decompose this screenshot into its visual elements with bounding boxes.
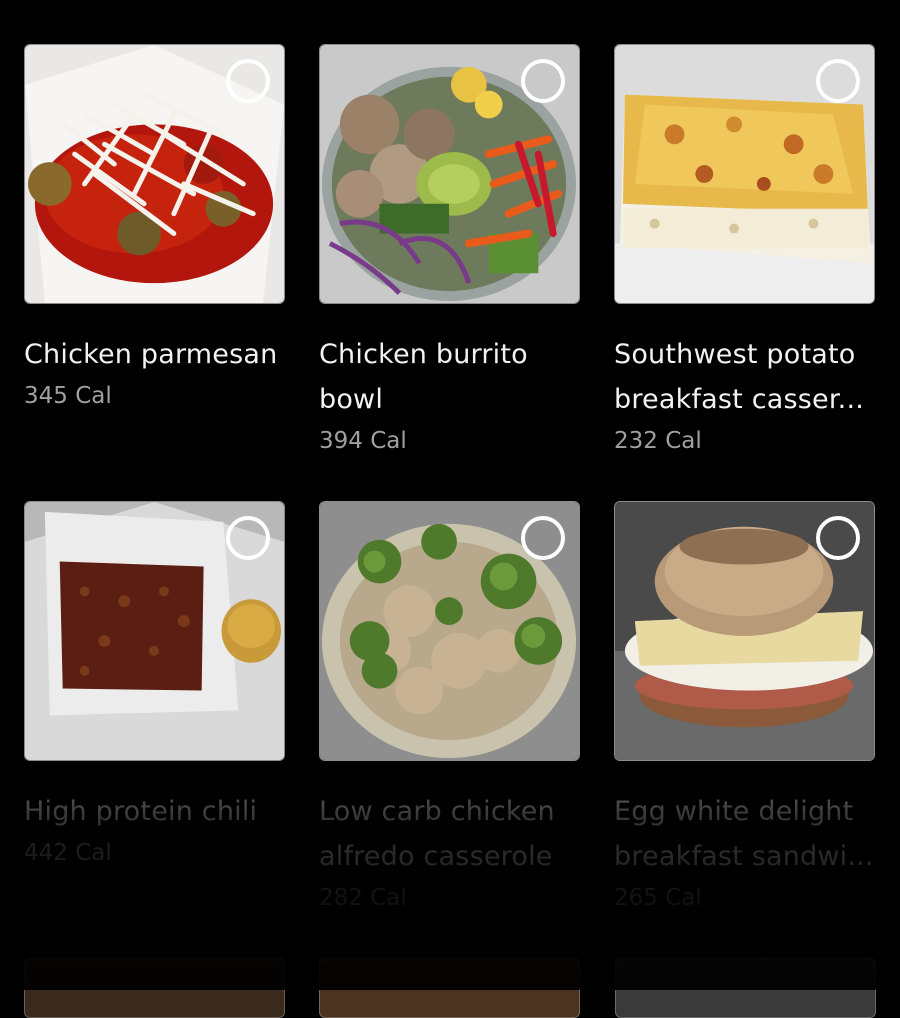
recipe-image-egg-white-delight-breakfast-sandwich[interactable]: [614, 501, 875, 761]
recipe-card-low-carb-chicken-alfredo-casserole[interactable]: Low carb chicken alfredo casserole 282 C…: [319, 501, 580, 958]
recipe-card-egg-white-delight-breakfast-sandwich[interactable]: Egg white delight breakfast sandwi... 26…: [614, 501, 875, 958]
recipe-image-chicken-burrito-bowl[interactable]: [319, 44, 580, 304]
select-checkbox-icon[interactable]: [226, 59, 270, 103]
recipe-image-southwest-potato-breakfast-casserole[interactable]: [614, 44, 875, 304]
recipe-calories: 232 Cal: [614, 428, 702, 454]
recipe-calories: 394 Cal: [319, 428, 407, 454]
recipe-image-chicken-parmesan[interactable]: [24, 44, 285, 304]
select-checkbox-icon[interactable]: [521, 516, 565, 560]
recipe-calories: 442 Cal: [24, 840, 112, 866]
recipe-card-southwest-potato-breakfast-casserole[interactable]: Southwest potato breakfast casser... 232…: [614, 44, 875, 501]
select-checkbox-icon[interactable]: [816, 516, 860, 560]
recipe-title[interactable]: Chicken parmesan: [24, 332, 285, 377]
recipe-calories: 265 Cal: [614, 885, 702, 911]
recipe-card-high-protein-chili[interactable]: High protein chili 442 Cal: [24, 501, 285, 958]
recipe-calories: 282 Cal: [319, 885, 407, 911]
recipe-card-chicken-parmesan[interactable]: Chicken parmesan 345 Cal: [24, 44, 285, 501]
recipe-title[interactable]: Southwest potato breakfast casser...: [614, 332, 875, 422]
recipe-title[interactable]: Egg white delight breakfast sandwi...: [614, 789, 875, 879]
recipe-image-partial[interactable]: [319, 958, 580, 1018]
recipe-title[interactable]: High protein chili: [24, 789, 285, 834]
recipe-image-partial[interactable]: [24, 958, 285, 1018]
recipe-image-low-carb-chicken-alfredo-casserole[interactable]: [319, 501, 580, 761]
select-checkbox-icon[interactable]: [226, 516, 270, 560]
recipe-image-partial[interactable]: [615, 958, 876, 1018]
recipe-image-high-protein-chili[interactable]: [24, 501, 285, 761]
select-checkbox-icon[interactable]: [521, 59, 565, 103]
recipe-card-chicken-burrito-bowl[interactable]: Chicken burrito bowl 394 Cal: [319, 44, 580, 501]
recipe-calories: 345 Cal: [24, 383, 112, 409]
recipe-title[interactable]: Chicken burrito bowl: [319, 332, 580, 422]
select-checkbox-icon[interactable]: [816, 59, 860, 103]
recipe-grid: Chicken parmesan 345 Cal Chicken burrito…: [24, 44, 876, 958]
recipe-title[interactable]: Low carb chicken alfredo casserole: [319, 789, 580, 879]
